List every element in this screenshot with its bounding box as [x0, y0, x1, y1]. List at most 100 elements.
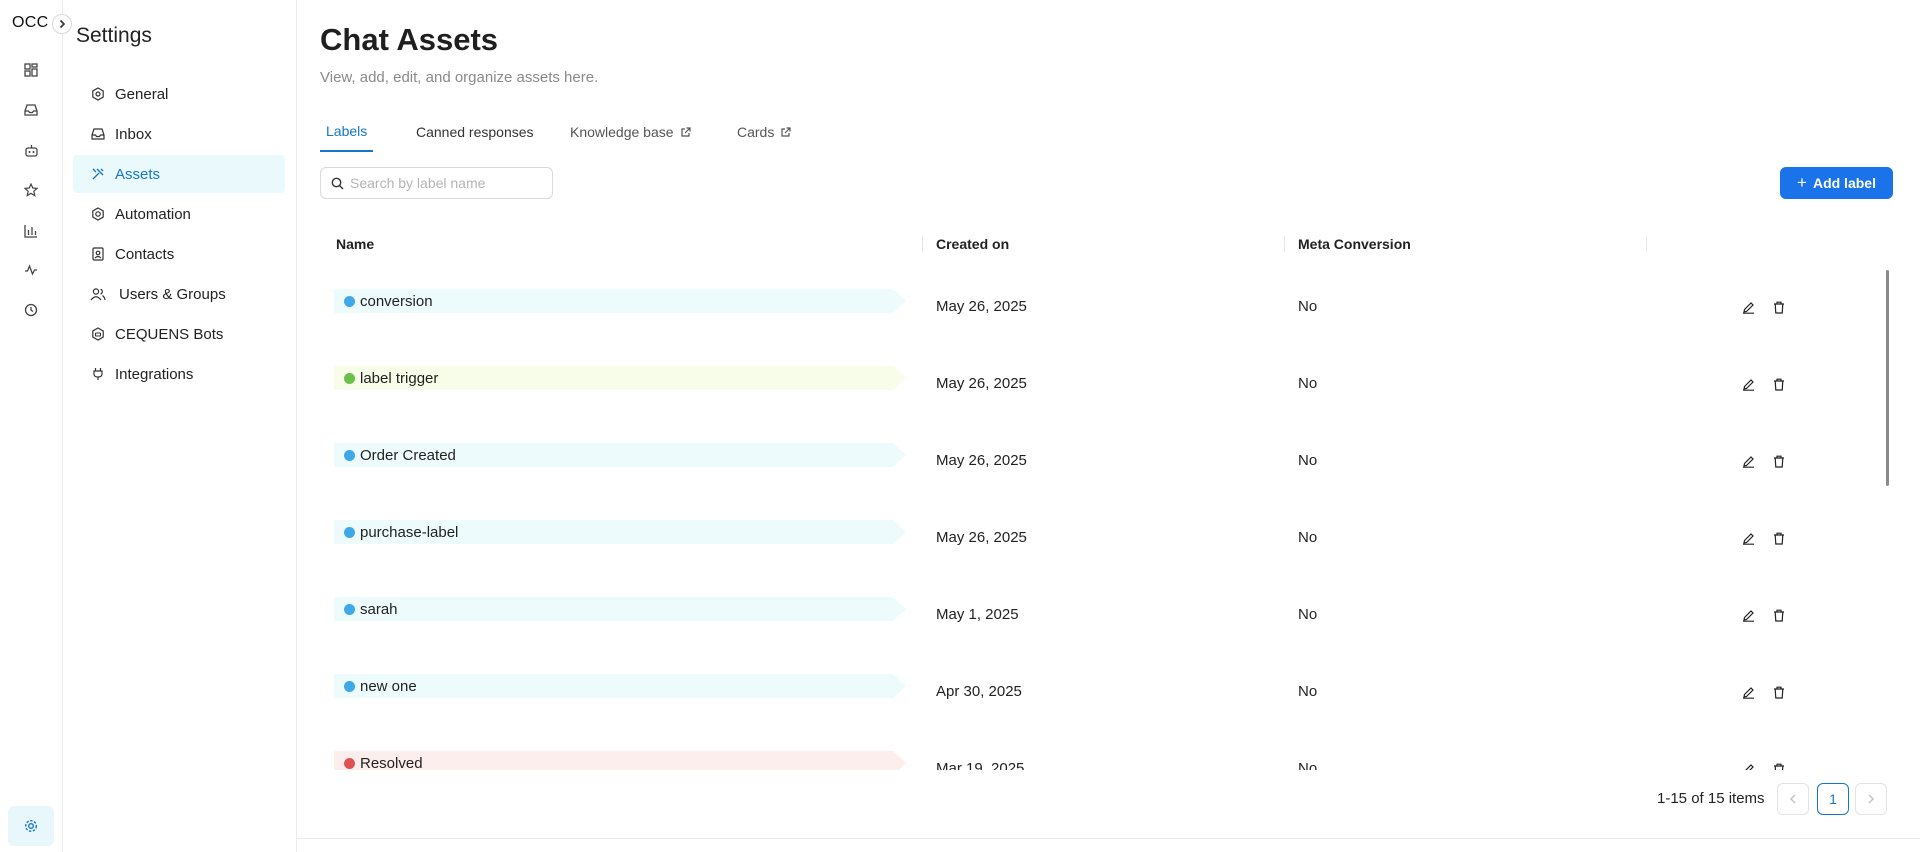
label-name: Order Created — [360, 446, 456, 464]
pagination-summary: 1-15 of 15 items — [1657, 790, 1765, 807]
meta-conversion-value: No — [1298, 683, 1318, 700]
table-row: label trigger May 26, 2025 No — [320, 345, 1880, 422]
delete-icon[interactable] — [1771, 376, 1787, 392]
table-row: purchase-label May 26, 2025 No — [320, 499, 1880, 576]
users-icon — [89, 285, 107, 303]
add-label-button-text: Add label — [1812, 175, 1876, 191]
created-date: Mar 19, 2025 — [936, 760, 1025, 770]
chevron-left-icon — [1790, 794, 1796, 804]
table-row: Order Created May 26, 2025 No — [320, 422, 1880, 499]
delete-icon[interactable] — [1771, 607, 1787, 623]
contacts-icon — [89, 245, 107, 263]
reports-icon[interactable] — [22, 222, 40, 240]
edit-icon[interactable] — [1740, 761, 1756, 770]
sidebar-item-general[interactable]: General — [73, 75, 285, 113]
table-header: Name Created on Meta Conversion — [320, 227, 1896, 261]
sidebar-item-integrations[interactable]: Integrations — [73, 355, 285, 393]
plus-icon: + — [1797, 173, 1807, 192]
icon-rail: OCC — [0, 0, 72, 852]
label-name: purchase-label — [360, 523, 459, 541]
sidebar-item-cequens-bots[interactable]: CEQUENS Bots — [73, 315, 285, 353]
activity-icon[interactable] — [22, 261, 40, 279]
sidebar-item-automation[interactable]: Automation — [73, 195, 285, 233]
label-name: conversion — [360, 292, 433, 310]
tab-cards[interactable]: Cards — [731, 112, 797, 152]
delete-icon[interactable] — [1771, 530, 1787, 546]
label-color-dot — [344, 449, 355, 461]
edit-icon[interactable] — [1740, 376, 1756, 392]
content-bottom-divider — [297, 838, 1920, 839]
created-date: May 1, 2025 — [936, 606, 1019, 623]
table-row: new one Apr 30, 2025 No — [320, 653, 1880, 730]
add-label-button[interactable]: + Add label — [1780, 167, 1893, 199]
label-name: new one — [360, 677, 417, 695]
sidebar-item-contacts[interactable]: Contacts — [73, 235, 285, 273]
created-date: May 26, 2025 — [936, 375, 1027, 392]
delete-icon[interactable] — [1771, 761, 1787, 770]
delete-icon[interactable] — [1771, 684, 1787, 700]
label-chip: new one — [334, 674, 906, 698]
label-chip: Resolved — [334, 751, 906, 770]
meta-conversion-value: No — [1298, 375, 1318, 392]
label-chip: conversion — [334, 289, 906, 313]
label-color-dot — [344, 603, 355, 615]
tab-label: Labels — [326, 123, 368, 139]
label-name: label trigger — [360, 369, 439, 387]
label-color-dot — [344, 526, 355, 538]
sidebar-item-assets[interactable]: Assets — [73, 155, 285, 193]
table-row: sarah May 1, 2025 No — [320, 576, 1880, 653]
asset-tabs: Labels Canned responses Knowledge base C… — [320, 112, 1320, 152]
edit-icon[interactable] — [1740, 453, 1756, 469]
edit-icon[interactable] — [1740, 607, 1756, 623]
meta-conversion-value: No — [1298, 529, 1318, 546]
sidebar-item-inbox[interactable]: Inbox — [73, 115, 285, 153]
bot-icon[interactable] — [22, 142, 40, 160]
page-title: Chat Assets — [320, 22, 499, 57]
star-icon[interactable] — [22, 181, 40, 199]
scrollbar-thumb[interactable] — [1886, 270, 1889, 486]
label-name: Resolved — [360, 754, 423, 771]
label-color-dot — [344, 295, 355, 307]
page-button-current[interactable]: 1 — [1817, 783, 1849, 815]
prev-page-button[interactable] — [1777, 783, 1809, 815]
next-page-button[interactable] — [1855, 783, 1887, 815]
label-color-dot — [344, 757, 355, 769]
label-chip: label trigger — [334, 366, 906, 390]
search-input[interactable] — [350, 175, 540, 191]
general-settings-icon — [89, 85, 107, 103]
tab-canned-responses[interactable]: Canned responses — [410, 112, 540, 152]
tab-labels[interactable]: Labels — [320, 112, 374, 152]
label-search-box[interactable] — [320, 167, 553, 199]
settings-sidebar: Settings General Inbox Assets Automation — [63, 0, 297, 852]
delete-icon[interactable] — [1771, 453, 1787, 469]
column-divider — [922, 236, 923, 252]
table-row: Resolved Mar 19, 2025 No — [320, 730, 1880, 770]
tab-label: Knowledge base — [570, 124, 674, 140]
sidebar-item-users-groups[interactable]: Users & Groups — [73, 275, 285, 313]
edit-icon[interactable] — [1740, 299, 1756, 315]
created-date: May 26, 2025 — [936, 452, 1027, 469]
label-name: sarah — [360, 600, 398, 618]
column-header-meta-conversion[interactable]: Meta Conversion — [1298, 227, 1411, 261]
sidebar-item-label: General — [115, 85, 169, 103]
table-scrollbar[interactable] — [1885, 268, 1891, 770]
gear-icon — [24, 819, 38, 833]
delete-icon[interactable] — [1771, 299, 1787, 315]
label-chip: purchase-label — [334, 520, 906, 544]
edit-icon[interactable] — [1740, 684, 1756, 700]
dashboard-icon[interactable] — [22, 61, 40, 79]
edit-icon[interactable] — [1740, 530, 1756, 546]
sidebar-item-label: Automation — [115, 205, 191, 223]
inbox-icon — [89, 125, 107, 143]
expand-sidebar-button[interactable] — [52, 14, 72, 34]
plug-icon — [89, 365, 107, 383]
column-header-created-on[interactable]: Created on — [936, 227, 1009, 261]
tools-icon — [89, 165, 107, 183]
inbox-icon[interactable] — [22, 101, 40, 119]
label-chip: Order Created — [334, 443, 906, 467]
settings-nav-button[interactable] — [8, 806, 54, 846]
page-subtitle: View, add, edit, and organize assets her… — [320, 69, 599, 86]
column-header-name[interactable]: Name — [336, 227, 374, 261]
tab-knowledge-base[interactable]: Knowledge base — [564, 112, 697, 152]
history-icon[interactable] — [22, 301, 40, 319]
